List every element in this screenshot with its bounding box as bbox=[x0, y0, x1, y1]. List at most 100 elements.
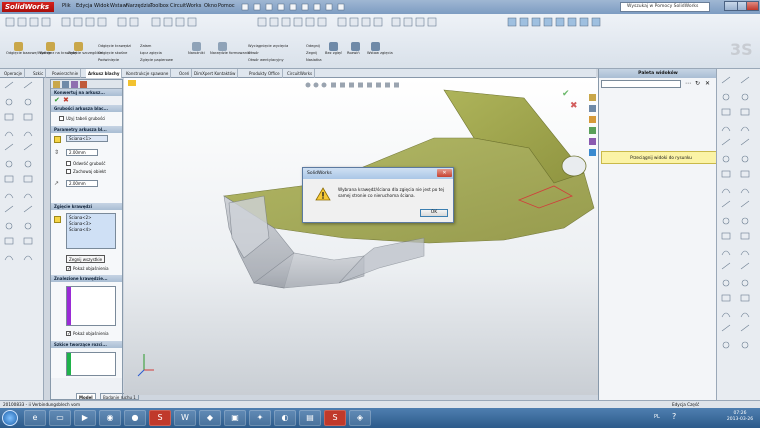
tab-powierzchnie[interactable]: Powierzchnie bbox=[50, 69, 82, 78]
tab-produkty-office[interactable]: Produkty Office bbox=[247, 69, 283, 78]
menu-item-narzedzia[interactable]: Narzędzia bbox=[126, 3, 151, 9]
hole-button[interactable]: Otwór bbox=[248, 51, 259, 55]
taskbar-word-button[interactable]: W bbox=[174, 410, 196, 426]
taskbar-app3-button[interactable]: ▣ bbox=[224, 410, 246, 426]
extruded-cut-button[interactable]: Wyciągnięcie wycięcia bbox=[248, 44, 288, 48]
document-select[interactable] bbox=[601, 80, 681, 88]
fixed-face-field[interactable]: Ściana<1> bbox=[66, 135, 108, 142]
appearances-icon[interactable] bbox=[589, 138, 596, 145]
taskbar-app5-button[interactable]: ◐ bbox=[274, 410, 296, 426]
reverse-thickness-checkbox[interactable] bbox=[66, 161, 71, 166]
custom-properties-icon[interactable] bbox=[589, 149, 596, 156]
list-item[interactable]: Ściana<4> bbox=[67, 226, 115, 233]
sketches-list[interactable] bbox=[66, 352, 116, 376]
taskbar-chrome-button[interactable]: ● bbox=[124, 410, 146, 426]
tab-arkusz-blachy[interactable]: Arkusz blachy bbox=[86, 69, 123, 78]
found-edges-list[interactable] bbox=[66, 286, 116, 326]
solidworks-resources-icon[interactable] bbox=[589, 94, 596, 101]
menu-item-widok[interactable]: Widok bbox=[94, 3, 109, 9]
vent-button[interactable]: Otwór wentylacyjny bbox=[248, 58, 284, 62]
tab-dimxpert[interactable]: DimXpert Kontaktów bbox=[192, 69, 239, 78]
taskbar-app7-button[interactable]: ◈ bbox=[349, 410, 371, 426]
app-logo[interactable]: SolidWorks bbox=[2, 2, 54, 12]
lofted-bend-button[interactable]: Łącz zgięcia bbox=[140, 51, 162, 55]
tab-ocen[interactable]: Oceń bbox=[177, 69, 193, 78]
found-show-callouts-checkbox[interactable] bbox=[66, 331, 71, 336]
tab-model[interactable]: Model bbox=[76, 393, 96, 400]
forming-tool-button[interactable]: Narzędzie formowania bbox=[210, 42, 250, 55]
section-params-title[interactable]: Parametry arkusza bl... bbox=[51, 126, 122, 133]
graphics-viewport[interactable]: ✔ ✖ bbox=[124, 78, 598, 395]
ok-check-icon[interactable]: ✔ bbox=[54, 96, 60, 104]
dialog-close-button[interactable]: ✕ bbox=[437, 169, 452, 177]
cross-break-button[interactable]: Nasiatka bbox=[306, 58, 322, 62]
design-library-icon[interactable] bbox=[589, 105, 596, 112]
minimize-button[interactable] bbox=[724, 1, 738, 11]
menu-item-pomoc[interactable]: Pomoc bbox=[218, 3, 235, 9]
taskbar-app-button[interactable]: ◉ bbox=[99, 410, 121, 426]
media-icon: ▶ bbox=[81, 413, 89, 422]
edge-bend-button[interactable]: Odgięcie krawędzi bbox=[98, 44, 131, 48]
display-manager-icon[interactable] bbox=[80, 81, 87, 88]
list-item[interactable]: Ściana<2> bbox=[67, 214, 115, 221]
taskbar-app6-button[interactable]: ▤ bbox=[299, 410, 321, 426]
section-bend-edges-title[interactable]: Zgięcie krawędzi bbox=[51, 203, 122, 210]
taskbar-explorer-button[interactable]: ▭ bbox=[49, 410, 71, 426]
menu-item-circuitworks[interactable]: CircuitWorks bbox=[170, 3, 201, 9]
tab-circuitworks[interactable]: CircuitWorks bbox=[285, 69, 316, 78]
taskbar-solidworks2-button[interactable]: S bbox=[324, 410, 346, 426]
corners-button[interactable]: Narożniki bbox=[188, 42, 205, 55]
feature-tree-icon[interactable] bbox=[53, 81, 60, 88]
taskbar-ie-button[interactable]: e bbox=[24, 410, 46, 426]
fold-button[interactable]: Zegnij bbox=[306, 51, 317, 55]
hem-button[interactable]: Podwinięcie bbox=[98, 58, 119, 62]
tab-szkic[interactable]: Szkic bbox=[31, 69, 47, 78]
system-clock[interactable]: 07:26 2013-03-26 bbox=[722, 411, 758, 423]
flatten-button[interactable]: Rozwiń bbox=[347, 42, 360, 55]
bend-radius-input[interactable]: 2.00mm bbox=[66, 180, 98, 187]
insert-bends-button[interactable]: Wstaw zgięcia bbox=[367, 42, 393, 55]
no-bends-button[interactable]: Bez zgięć bbox=[325, 42, 342, 55]
clear-icon[interactable]: ✕ bbox=[705, 80, 710, 87]
config-manager-icon[interactable] bbox=[71, 81, 78, 88]
dialog-ok-button[interactable]: OK bbox=[420, 209, 448, 217]
start-button[interactable] bbox=[2, 410, 18, 426]
section-thickness-title[interactable]: Grubości arkusza blac... bbox=[51, 105, 122, 112]
menu-item-okno[interactable]: Okno bbox=[204, 3, 217, 9]
help-search-input[interactable]: Wyszukaj w Pomocy SolidWorks bbox=[620, 2, 710, 12]
thickness-input[interactable]: 2.00mm bbox=[66, 149, 98, 156]
tab-konstrukcje-spawane[interactable]: Konstrukcje spawane bbox=[124, 69, 172, 78]
cancel-x-icon[interactable]: ✖ bbox=[63, 96, 69, 104]
taskbar-media-button[interactable]: ▶ bbox=[74, 410, 96, 426]
menu-item-edycja[interactable]: Edycja bbox=[76, 3, 93, 9]
property-manager-icon[interactable] bbox=[62, 81, 69, 88]
taskbar-app2-button[interactable]: ◆ bbox=[199, 410, 221, 426]
bend-edges-list[interactable]: Ściana<2> Ściana<3> Ściana<4> bbox=[66, 213, 116, 249]
sheet-metal-part[interactable] bbox=[124, 78, 598, 395]
sketched-bend-button[interactable]: Zgięcie szczególne bbox=[68, 42, 102, 55]
keep-body-checkbox[interactable] bbox=[66, 169, 71, 174]
close-window-button[interactable] bbox=[746, 1, 759, 11]
keep-body-label: Zachowaj obiekt bbox=[73, 169, 106, 174]
view-palette-icon[interactable] bbox=[589, 127, 596, 134]
tab-operacje[interactable]: Operacje bbox=[2, 69, 26, 78]
jog-button[interactable]: Załam bbox=[140, 44, 151, 48]
miter-flange-button[interactable]: Odgięcie skośne bbox=[98, 51, 127, 55]
paper-bend-button[interactable]: Zgięcie papierowe bbox=[140, 58, 173, 62]
taskbar-solidworks-button[interactable]: S bbox=[149, 410, 171, 426]
menu-item-plik[interactable]: Plik bbox=[62, 3, 71, 9]
use-thickness-table-checkbox[interactable] bbox=[59, 116, 64, 121]
taskbar-app4-button[interactable]: ✦ bbox=[249, 410, 271, 426]
help-tray-icon[interactable]: ? bbox=[672, 412, 676, 421]
unfold-button[interactable]: Odegnij bbox=[306, 44, 320, 48]
menu-item-wstaw[interactable]: Wstaw bbox=[110, 3, 127, 9]
browse-icon[interactable]: ⋯ bbox=[685, 80, 691, 87]
menu-item-toolbox[interactable]: Toolbox bbox=[150, 3, 169, 9]
language-indicator[interactable]: PL bbox=[654, 414, 660, 420]
section-found-edges-title[interactable]: Znalezione krawędzie... bbox=[51, 275, 122, 282]
file-explorer-icon[interactable] bbox=[589, 116, 596, 123]
bend-all-button[interactable]: Zegnij wszystkie bbox=[66, 255, 106, 263]
section-sketches-title[interactable]: Szkice tworzące rozci... bbox=[51, 341, 122, 348]
refresh-icon[interactable]: ↻ bbox=[695, 80, 700, 87]
show-callouts-checkbox[interactable] bbox=[66, 266, 71, 271]
